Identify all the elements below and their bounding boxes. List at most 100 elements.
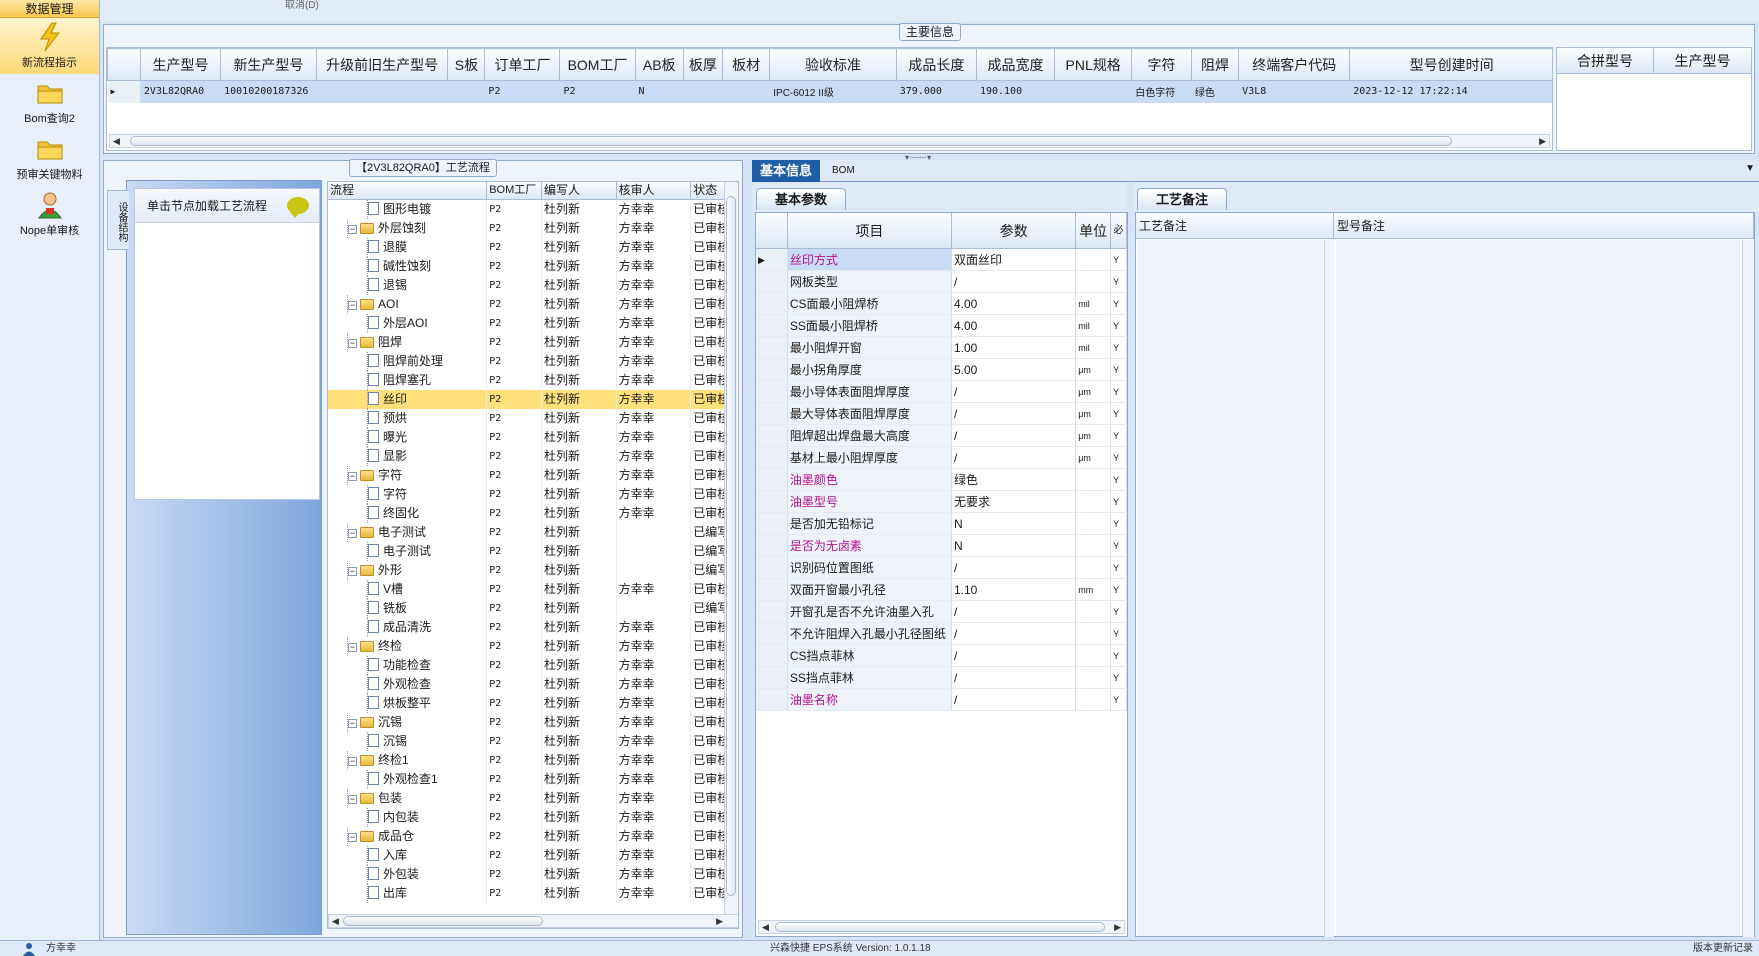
tree-node[interactable]: − 外层蚀刻: [328, 219, 488, 238]
tree-row[interactable]: − 阻焊 P2 杜列新 方幸幸 已审核: [328, 333, 738, 352]
param-row[interactable]: 最小阻焊开窗 1.00 mil Y: [756, 337, 1127, 359]
table-cell[interactable]: 2023-12-12 17:22:14: [1349, 80, 1552, 103]
param-value-cell[interactable]: 双面丝印: [951, 249, 1077, 270]
column-header[interactable]: 阻焊: [1190, 48, 1240, 81]
param-row[interactable]: 识别码位置图纸 / Y: [756, 557, 1127, 579]
tree-node[interactable]: − 成品仓: [328, 827, 488, 846]
table-cell[interactable]: 379.000: [896, 80, 977, 103]
column-header[interactable]: 工艺备注: [1136, 213, 1334, 238]
param-value-cell[interactable]: /: [951, 689, 1077, 710]
column-header[interactable]: S板: [447, 48, 486, 81]
table-cell[interactable]: [722, 80, 771, 103]
column-header[interactable]: 生产型号: [1654, 48, 1751, 73]
param-value-cell[interactable]: 1.00: [951, 337, 1077, 358]
param-value-cell[interactable]: 无要求: [951, 491, 1077, 512]
tree-row[interactable]: − 电子测试 P2 杜列新 已编写: [328, 523, 738, 542]
horizontal-scrollbar[interactable]: ◀ ▶: [328, 914, 738, 928]
tree-node[interactable]: 内包装: [328, 808, 488, 827]
param-row[interactable]: 双面开窗最小孔径 1.10 mm Y: [756, 579, 1127, 601]
process-remark-textarea[interactable]: [1138, 240, 1324, 936]
tab-bom[interactable]: BOM: [824, 160, 863, 182]
scrollbar-thumb[interactable]: [343, 916, 543, 926]
column-header[interactable]: 成品长度: [895, 48, 977, 81]
table-cell[interactable]: N: [635, 80, 684, 103]
column-header[interactable]: 板材: [721, 48, 771, 81]
collapse-toggle-icon[interactable]: −: [348, 643, 357, 652]
tree-node[interactable]: 外观检查1: [328, 770, 488, 789]
collapse-toggle-icon[interactable]: −: [348, 795, 357, 804]
param-row[interactable]: 网板类型 / Y: [756, 271, 1127, 293]
tree-row[interactable]: − 字符 P2 杜列新 方幸幸 已审核: [328, 466, 738, 485]
scrollbar-thumb[interactable]: [726, 196, 736, 896]
param-value-cell[interactable]: 1.10: [951, 579, 1077, 600]
update-log-link[interactable]: 版本更新记录: [1693, 941, 1753, 956]
tree-node[interactable]: 成品清洗: [328, 618, 488, 637]
tree-node[interactable]: 预烘: [328, 409, 488, 428]
column-header[interactable]: PNL规格: [1054, 48, 1133, 81]
tree-node[interactable]: 碱性蚀刻: [328, 257, 488, 276]
table-cell[interactable]: V3L8: [1238, 80, 1351, 103]
param-row[interactable]: 是否为无卤素 N Y: [756, 535, 1127, 557]
tree-row[interactable]: 入库 P2 杜列新 方幸幸 已审核: [328, 846, 738, 865]
tree-row[interactable]: 成品清洗 P2 杜列新 方幸幸 已审核: [328, 618, 738, 637]
tree-node[interactable]: 入库: [328, 846, 488, 865]
tree-node[interactable]: 阻焊前处理: [328, 352, 488, 371]
column-header[interactable]: 验收标准: [769, 48, 897, 81]
param-value-cell[interactable]: /: [951, 381, 1077, 402]
tree-row[interactable]: 铣板 P2 杜列新 已编写: [328, 599, 738, 618]
tree-node[interactable]: − 电子测试: [328, 523, 488, 542]
tree-row[interactable]: 内包装 P2 杜列新 方幸幸 已审核: [328, 808, 738, 827]
param-row[interactable]: 基材上最小阻焊厚度 / μm Y: [756, 447, 1127, 469]
tree-row[interactable]: − 终检 P2 杜列新 方幸幸 已审核: [328, 637, 738, 656]
collapse-toggle-icon[interactable]: −: [348, 529, 357, 538]
tree-node[interactable]: 退锡: [328, 276, 488, 295]
tree-node[interactable]: 终固化: [328, 504, 488, 523]
param-value-cell[interactable]: /: [951, 557, 1077, 578]
tree-row[interactable]: 字符 P2 杜列新 方幸幸 已审核: [328, 485, 738, 504]
scroll-right-icon[interactable]: ▶: [1539, 135, 1546, 147]
param-row[interactable]: 是否加无铅标记 N Y: [756, 513, 1127, 535]
tree-row[interactable]: 碱性蚀刻 P2 杜列新 方幸幸 已审核: [328, 257, 738, 276]
tree-node[interactable]: 阻焊塞孔: [328, 371, 488, 390]
param-row[interactable]: SS面最小阻焊桥 4.00 mil Y: [756, 315, 1127, 337]
table-cell[interactable]: IPC-6012 II级: [769, 80, 897, 103]
side-tab-equipment[interactable]: 设备结构: [107, 190, 129, 250]
tree-node[interactable]: 沉锡: [328, 732, 488, 751]
param-value-cell[interactable]: 4.00: [951, 315, 1077, 336]
collapse-toggle-icon[interactable]: −: [348, 719, 357, 728]
tree-node[interactable]: 功能检查: [328, 656, 488, 675]
param-row[interactable]: 油墨型号 无要求 Y: [756, 491, 1127, 513]
tree-row[interactable]: 电子测试 P2 杜列新 已编写: [328, 542, 738, 561]
tree-node[interactable]: 显影: [328, 447, 488, 466]
tree-node[interactable]: 字符: [328, 485, 488, 504]
tree-row[interactable]: 显影 P2 杜列新 方幸幸 已审核: [328, 447, 738, 466]
param-row[interactable]: 阻焊超出焊盘最大高度 / μm Y: [756, 425, 1127, 447]
table-cell[interactable]: P2: [559, 80, 636, 103]
collapse-toggle-icon[interactable]: −: [348, 225, 357, 234]
horizontal-scrollbar[interactable]: ◀ ▶: [109, 134, 1550, 148]
vertical-scrollbar[interactable]: [1742, 240, 1754, 937]
tree-node[interactable]: V槽: [328, 580, 488, 599]
tree-node[interactable]: 铣板: [328, 599, 488, 618]
column-header[interactable]: BOM工厂: [559, 48, 636, 81]
tree-node[interactable]: − 阻焊: [328, 333, 488, 352]
column-header[interactable]: 型号创建时间: [1349, 48, 1552, 81]
column-header[interactable]: 单位: [1076, 213, 1112, 249]
column-header[interactable]: 成品宽度: [975, 48, 1056, 81]
vertical-scrollbar[interactable]: [724, 182, 738, 916]
collapse-toggle-icon[interactable]: −: [348, 472, 357, 481]
tree-node[interactable]: − 字符: [328, 466, 488, 485]
column-header[interactable]: 升级前旧生产型号: [315, 48, 449, 81]
tree-row[interactable]: 阻焊塞孔 P2 杜列新 方幸幸 已审核: [328, 371, 738, 390]
column-header[interactable]: 流程: [328, 182, 488, 199]
scroll-left-icon[interactable]: ◀: [113, 135, 120, 147]
tree-row[interactable]: 退锡 P2 杜列新 方幸幸 已审核: [328, 276, 738, 295]
table-cell[interactable]: [683, 80, 723, 103]
param-row[interactable]: 开窗孔是否不允许油墨入孔 / Y: [756, 601, 1127, 623]
param-row[interactable]: ▶ 丝印方式 双面丝印 Y: [756, 249, 1127, 271]
model-remark-textarea[interactable]: [1336, 240, 1740, 936]
scroll-left-icon[interactable]: ◀: [332, 915, 339, 927]
table-cell[interactable]: P2: [484, 80, 561, 103]
param-value-cell[interactable]: /: [951, 601, 1077, 622]
param-value-cell[interactable]: 绿色: [951, 469, 1077, 490]
